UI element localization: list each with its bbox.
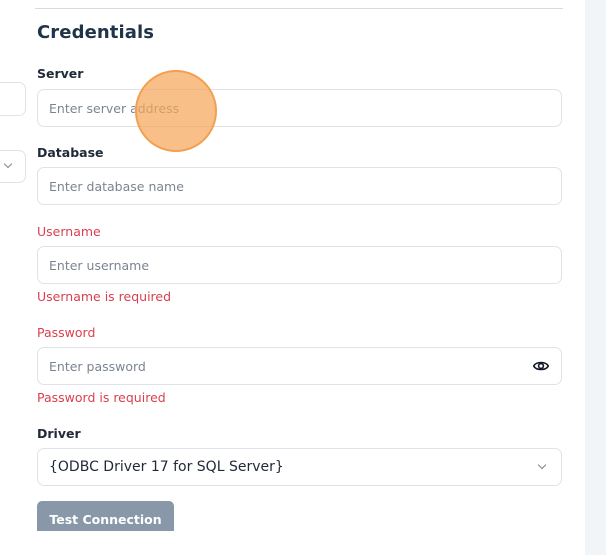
database-label: Database — [37, 145, 104, 160]
server-field[interactable] — [37, 89, 562, 127]
chevron-down-icon — [3, 159, 13, 169]
driver-selected-value: {ODBC Driver 17 for SQL Server} — [49, 459, 284, 475]
chevron-down-icon — [537, 460, 547, 470]
database-input[interactable] — [49, 168, 519, 204]
password-field[interactable] — [37, 347, 562, 385]
left-select-edge[interactable] — [0, 150, 26, 183]
password-label: Password — [37, 325, 96, 340]
driver-label: Driver — [37, 426, 81, 441]
username-label: Username — [37, 224, 101, 239]
touch-indicator — [135, 70, 217, 152]
username-field[interactable] — [37, 246, 562, 284]
test-connection-button[interactable]: Test Connection — [37, 501, 174, 533]
username-input[interactable] — [49, 247, 519, 283]
viewport-bottom-edge — [0, 531, 585, 555]
database-field[interactable] — [37, 167, 562, 205]
top-divider — [35, 8, 563, 9]
server-label: Server — [37, 66, 84, 81]
driver-select[interactable]: {ODBC Driver 17 for SQL Server} — [37, 448, 562, 486]
section-title: Credentials — [37, 22, 155, 43]
eye-icon[interactable] — [533, 359, 549, 373]
server-input[interactable] — [49, 90, 519, 126]
password-error: Password is required — [37, 390, 166, 405]
left-field-edge[interactable] — [0, 82, 26, 116]
username-error: Username is required — [37, 289, 172, 304]
password-input[interactable] — [49, 348, 519, 384]
right-side-panel — [585, 0, 606, 555]
